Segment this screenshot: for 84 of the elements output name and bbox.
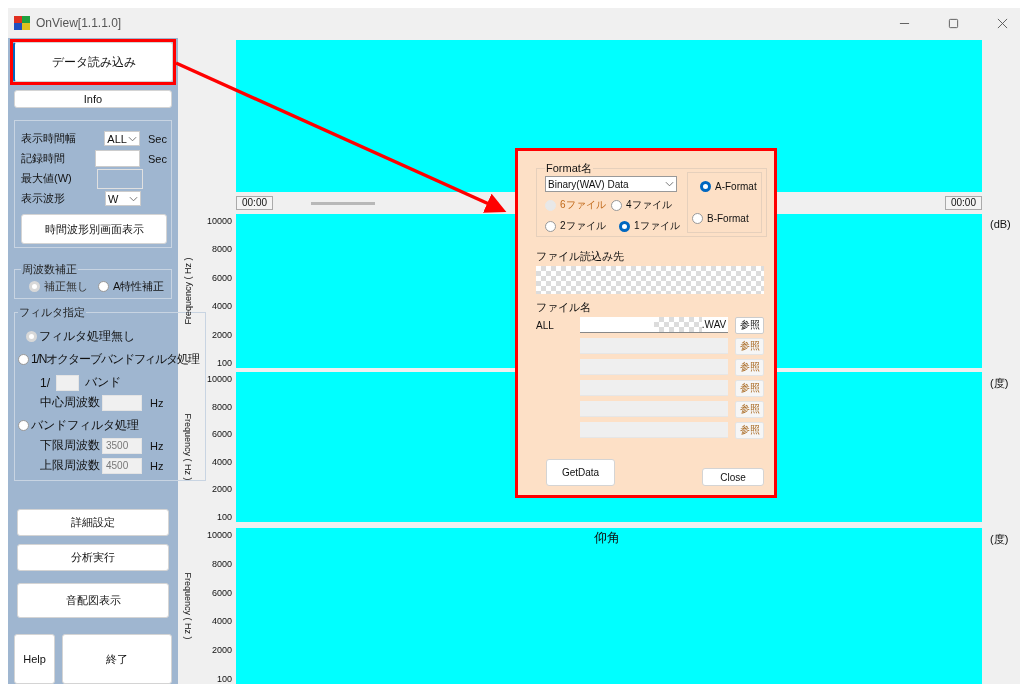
action-button[interactable]: 分析実行 (17, 544, 169, 571)
tick-label: 10000 (206, 374, 232, 384)
group-title: フィルタ指定 (18, 305, 86, 320)
waveform-window-button[interactable]: 時間波形別画面表示 (21, 214, 167, 244)
field-label: ファイル読込み先 (536, 249, 625, 264)
action-button[interactable]: 詳細設定 (17, 509, 169, 536)
load-data-button[interactable]: データ読み込み (13, 42, 173, 82)
unit-label: Hz (150, 396, 164, 409)
axis-label: Frequency ( Hz ) (183, 257, 193, 325)
dropdown[interactable]: ALL (104, 131, 141, 146)
field-label: ALL (536, 319, 554, 331)
tick-label: 2000 (211, 484, 232, 495)
input-field[interactable]: 4500 (102, 457, 142, 474)
maximize-icon[interactable] (948, 17, 959, 29)
close-button[interactable]: Close (702, 468, 764, 486)
action-button[interactable]: 音配図表示 (17, 583, 169, 618)
chevron-icon (129, 195, 138, 202)
tick-label: 8000 (211, 244, 232, 255)
tick-label: 6000 (211, 272, 232, 283)
radio-option[interactable]: A特性補正 (98, 279, 165, 294)
tick-label: 100 (216, 511, 232, 522)
group-title: 周波数補正 (21, 262, 78, 277)
axis-label: Frequency ( Hz ) (183, 572, 193, 640)
unit-label: Hz (150, 459, 164, 472)
radio-option[interactable]: 2ファイル (545, 219, 611, 233)
input-field[interactable] (95, 150, 141, 167)
format-dropdown[interactable]: Binary(WAV) Data (545, 176, 677, 192)
browse-button[interactable]: 参照 (735, 316, 764, 334)
tick-label: 10000 (206, 216, 232, 226)
tick-label: 6000 (211, 429, 232, 440)
input-field[interactable] (56, 374, 79, 391)
field-label: 表示波形 (21, 191, 66, 206)
unit-label: Sec (148, 132, 167, 145)
tick-label: 2000 (211, 329, 232, 340)
field-label: ファイル名 (536, 300, 592, 315)
input-field[interactable] (102, 394, 142, 411)
input-field[interactable]: 3500 (102, 437, 142, 454)
app-logo-icon (14, 16, 30, 30)
tick-label: 100 (216, 357, 232, 368)
tick-label: 4000 (211, 456, 232, 467)
unit-label: (度) (990, 533, 1009, 545)
tick-label: 4000 (211, 616, 232, 627)
radio-option[interactable]: B-Format (692, 213, 757, 224)
field-label: 表示時間幅 (21, 131, 77, 146)
field-label: バンド (85, 374, 121, 391)
chevron-icon (128, 135, 138, 142)
tick-label: 8000 (211, 558, 232, 569)
dropdown[interactable]: W (105, 191, 141, 206)
end-time: 00:00 (944, 196, 982, 210)
plot-title: 仰角 (594, 529, 620, 547)
readonly-field (97, 168, 143, 189)
file-field[interactable]: .WAV (579, 317, 729, 333)
radio-option[interactable]: 1/Nオクターブバンドフィルタ処理 (18, 351, 199, 368)
radio-option[interactable]: 4ファイル (611, 198, 677, 212)
info-button[interactable]: Info (14, 90, 172, 108)
exit-button[interactable]: 終了 (62, 634, 172, 684)
tick-label: 100 (216, 674, 232, 684)
unit-label: Hz (150, 439, 164, 452)
get-data-button[interactable]: GetData (546, 459, 615, 486)
window-title: OnView[1.1.1.0] (36, 16, 122, 30)
help-button[interactable]: Help (14, 634, 55, 684)
redacted-field[interactable] (536, 266, 764, 294)
field-label: 中心周波数 (40, 394, 101, 411)
tick-label: 6000 (211, 587, 232, 598)
chevron-icon (665, 181, 674, 187)
tick-label: 10000 (206, 530, 232, 540)
radio-option[interactable]: A-Format (692, 181, 757, 192)
field-label: 下限周波数 (40, 437, 101, 454)
start-time: 00:00 (236, 196, 274, 210)
field-label: 記録時間 (21, 151, 66, 166)
tick-label: 2000 (211, 645, 232, 656)
axis-label: Frequency ( Hz ) (183, 413, 193, 481)
radio-option[interactable]: バンドフィルタ処理 (18, 417, 139, 434)
scroll-track[interactable] (311, 201, 376, 205)
field-label: 1/ (40, 375, 50, 390)
tick-label: 8000 (211, 401, 232, 412)
unit-label: (dB) (990, 218, 1011, 230)
unit-label: Sec (148, 152, 167, 165)
field-label: 最大値(W) (21, 171, 73, 186)
unit-label: (度) (990, 377, 1009, 389)
group-title: Format名 (545, 161, 593, 176)
field-label: 上限周波数 (40, 457, 101, 474)
close-icon[interactable] (997, 17, 1008, 29)
tick-label: 4000 (211, 301, 232, 312)
